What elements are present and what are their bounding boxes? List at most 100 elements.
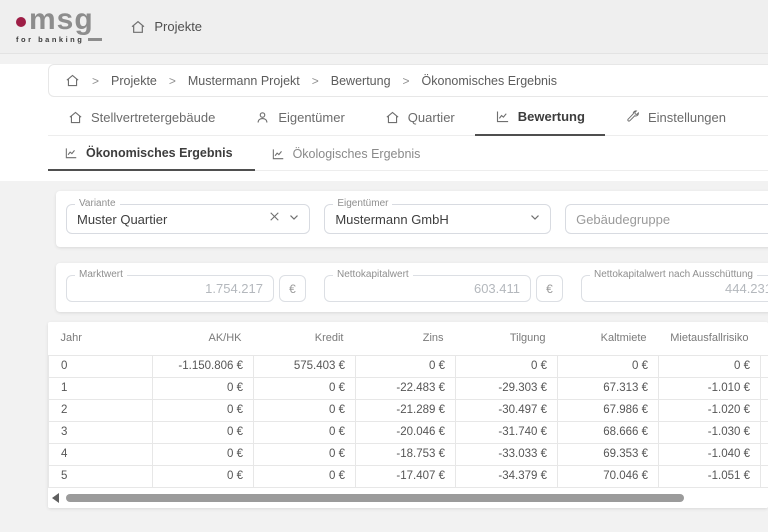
table-cell: 575.403 € (254, 355, 356, 377)
table-cell: 3 (49, 421, 153, 443)
scrollbar-track[interactable] (66, 493, 764, 503)
table-cell: 67.313 € (558, 377, 659, 399)
line-chart-icon (495, 109, 510, 124)
chevron-down-icon[interactable] (287, 210, 301, 229)
breadcrumb-separator: > (92, 74, 99, 88)
column-header: Kredit (254, 322, 356, 355)
subtab-oekologisches-ergebnis[interactable]: Ökologisches Ergebnis (255, 140, 443, 170)
gebaeudegruppe-input[interactable]: Gebäudegruppe (565, 204, 768, 234)
variante-select[interactable]: Variante Muster Quartier (66, 204, 310, 234)
home-icon (130, 19, 146, 35)
table-cell: 0 € (254, 421, 356, 443)
table-cell: 0 € (153, 465, 254, 487)
table-cell: -22.483 € (356, 377, 456, 399)
variante-label: Variante (75, 198, 120, 209)
column-header: Tilgung (456, 322, 558, 355)
marktwert-label: Marktwert (75, 269, 127, 280)
table-cell: 0 € (659, 355, 761, 377)
eigentuemer-value: Mustermann GmbH (335, 212, 522, 227)
breadcrumb-item-bewertung[interactable]: Bewertung (331, 74, 391, 88)
topbar: msg for banking Projekte (0, 0, 768, 54)
column-header: Mietausfallrisiko (659, 322, 761, 355)
table-cell: 0 € (153, 443, 254, 465)
msg-for-banking-logo: msg for banking (16, 9, 102, 44)
x-icon[interactable] (268, 210, 281, 228)
nettokapitalwert-value: 603.411 (474, 281, 520, 296)
eigentuemer-select[interactable]: Eigentümer Mustermann GmbH (324, 204, 551, 234)
table-row: 0-1.150.806 €575.403 €0 €0 €0 €0 € (49, 355, 768, 377)
header-zone: > Projekte > Mustermann Projekt > Bewert… (0, 64, 768, 181)
table-cell-partial (761, 399, 768, 421)
column-header: Kaltmiete (558, 322, 659, 355)
home-icon (385, 110, 400, 125)
table-cell: 0 € (356, 355, 456, 377)
nettokapitalwert-nach-ausschuettung-label: Nettokapitalwert nach Ausschüttung (590, 269, 757, 280)
wrench-icon (625, 110, 640, 125)
nettokapitalwert-nach-ausschuettung-value: 444.231 (725, 281, 768, 296)
breadcrumb-separator: > (169, 74, 176, 88)
nettokapitalwert-nach-ausschuettung-value-box: Nettokapitalwert nach Ausschüttung 444.2… (581, 275, 768, 302)
nav-projekte[interactable]: Projekte (130, 19, 202, 35)
subtab-oekonomisches-ergebnis[interactable]: Ökonomisches Ergebnis (48, 140, 255, 171)
table-cell: -1.150.806 € (153, 355, 254, 377)
nettokapitalwert-nach-ausschuettung-field: Nettokapitalwert nach Ausschüttung 444.2… (581, 275, 768, 302)
results-table-header-row: JahrAK/HKKreditZinsTilgungKaltmieteMieta… (49, 322, 768, 355)
breadcrumb-item-mustermann-projekt[interactable]: Mustermann Projekt (188, 74, 300, 88)
nettokapitalwert-field: Nettokapitalwert 603.411 € (324, 275, 563, 302)
nav-projekte-label: Projekte (154, 19, 202, 34)
table-cell: 5 (49, 465, 153, 487)
gebaeudegruppe-placeholder: Gebäudegruppe (576, 212, 768, 227)
tab-stellvertretergebaeude[interactable]: Stellvertretergebäude (48, 109, 235, 135)
table-cell: 0 € (153, 421, 254, 443)
nettokapitalwert-value-box: Nettokapitalwert 603.411 (324, 275, 531, 302)
breadcrumb-item-projekte[interactable]: Projekte (111, 74, 157, 88)
table-cell-partial (761, 465, 768, 487)
marktwert-value: 1.754.217 (205, 281, 263, 296)
table-cell: 67.986 € (558, 399, 659, 421)
table-row: 50 €0 €-17.407 €-34.379 €70.046 €-1.051 … (49, 465, 768, 487)
table-cell: 70.046 € (558, 465, 659, 487)
breadcrumb: > Projekte > Mustermann Projekt > Bewert… (48, 64, 768, 97)
scroll-left-arrow-icon[interactable] (52, 493, 59, 503)
tab-quartier[interactable]: Quartier (365, 109, 475, 135)
horizontal-scrollbar (48, 488, 768, 508)
scrollbar-thumb[interactable] (66, 494, 684, 502)
breadcrumb-item-oekonomisches-ergebnis[interactable]: Ökonomisches Ergebnis (422, 74, 557, 88)
table-cell-partial (761, 443, 768, 465)
tab-eigentuemer[interactable]: Eigentümer (235, 109, 364, 135)
table-cell: 0 € (254, 443, 356, 465)
tab-einstellungen[interactable]: Einstellungen (605, 109, 746, 135)
filter-card: Variante Muster Quartier Eigentümer Must… (56, 191, 768, 247)
table-row: 40 €0 €-18.753 €-33.033 €69.353 €-1.040 … (49, 443, 768, 465)
tab-label: Quartier (408, 110, 455, 125)
table-row: 20 €0 €-21.289 €-30.497 €67.986 €-1.020 … (49, 399, 768, 421)
main-tabs: Stellvertretergebäude Eigentümer Quartie… (48, 109, 768, 136)
logo-underline (88, 38, 102, 41)
table-cell: -17.407 € (356, 465, 456, 487)
tab-label: Bewertung (518, 109, 585, 124)
table-row: 30 €0 €-20.046 €-31.740 €68.666 €-1.030 … (49, 421, 768, 443)
chevron-down-icon[interactable] (528, 210, 542, 229)
home-icon[interactable] (65, 73, 80, 88)
table-cell: -20.046 € (356, 421, 456, 443)
table-cell: -21.289 € (356, 399, 456, 421)
table-cell: 0 € (254, 377, 356, 399)
tab-bewertung[interactable]: Bewertung (475, 109, 605, 136)
table-cell: 0 € (254, 399, 356, 421)
logo-text: msg (29, 9, 94, 32)
table-cell-partial (761, 377, 768, 399)
table-cell: 69.353 € (558, 443, 659, 465)
column-header: AK/HK (153, 322, 254, 355)
tab-label: Eigentümer (278, 110, 344, 125)
table-cell: -1.020 € (659, 399, 761, 421)
table-cell: 1 (49, 377, 153, 399)
column-header: Jahr (49, 322, 153, 355)
table-cell: -1.010 € (659, 377, 761, 399)
logo-dot-icon (16, 17, 26, 27)
person-icon (255, 110, 270, 125)
nettokapitalwert-label: Nettokapitalwert (333, 269, 413, 280)
results-table-body: 0-1.150.806 €575.403 €0 €0 €0 €0 €10 €0 … (49, 355, 768, 487)
sub-tabs: Ökonomisches Ergebnis Ökologisches Ergeb… (48, 140, 768, 171)
content-area: Variante Muster Quartier Eigentümer Must… (0, 181, 768, 532)
table-cell: -18.753 € (356, 443, 456, 465)
